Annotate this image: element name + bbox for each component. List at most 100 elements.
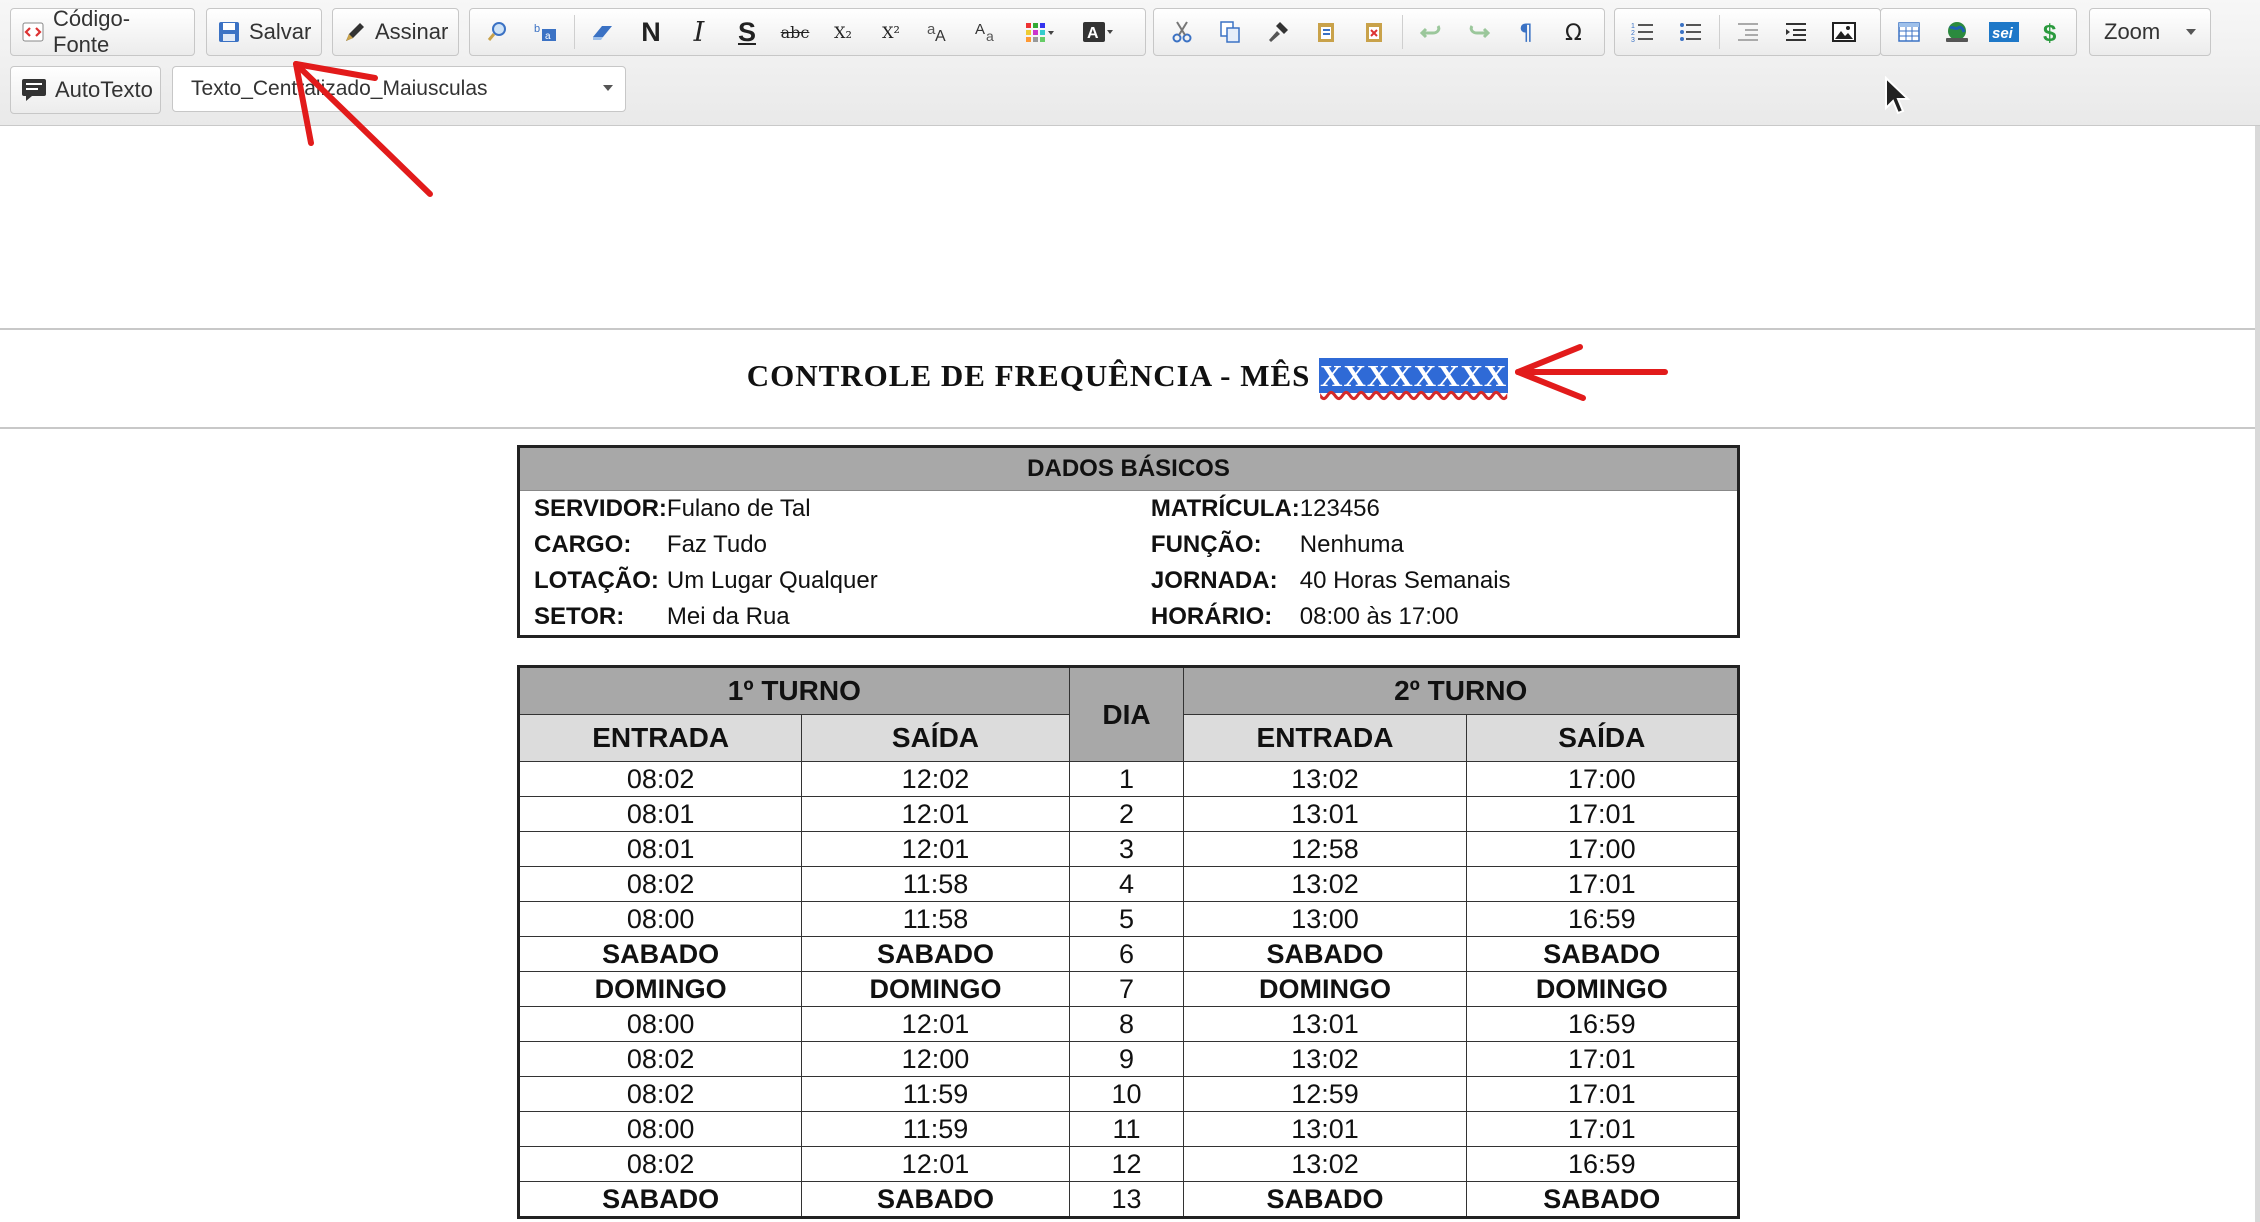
day-cell[interactable]: 9	[1068, 1041, 1185, 1077]
time-cell[interactable]: 12:01	[801, 831, 1070, 867]
title-selected-text[interactable]: XXXXXXXX	[1319, 358, 1509, 393]
time-cell[interactable]: 12:00	[801, 1041, 1070, 1077]
image-button[interactable]	[1820, 9, 1868, 55]
time-cell[interactable]: 11:59	[801, 1111, 1070, 1147]
superscript-button[interactable]: X²	[867, 9, 915, 55]
paste-text-button[interactable]	[1302, 9, 1350, 55]
find-button[interactable]	[474, 9, 522, 55]
time-cell[interactable]: 17:01	[1465, 1076, 1740, 1112]
bold-button[interactable]: N	[627, 9, 675, 55]
time-cell[interactable]: 13:02	[1183, 866, 1467, 902]
codigo-fonte-button[interactable]: Código-Fonte	[11, 6, 194, 57]
paragraph-style-select[interactable]: Texto_Centralizado_Maiusculas	[172, 66, 626, 112]
day-cell[interactable]: 3	[1068, 831, 1185, 867]
time-cell[interactable]: SABADO	[1183, 1181, 1467, 1218]
field-value[interactable]: 08:00 às 17:00	[1300, 599, 1739, 637]
time-cell[interactable]: 13:02	[1183, 761, 1467, 797]
time-cell[interactable]: 12:01	[801, 796, 1070, 832]
redo-button[interactable]	[1455, 9, 1503, 55]
time-cell[interactable]: 11:58	[801, 901, 1070, 937]
time-cell[interactable]: 17:00	[1465, 831, 1740, 867]
field-value[interactable]: Um Lugar Qualquer	[667, 563, 1137, 599]
document-title[interactable]: CONTROLE DE FREQUÊNCIA - MÊS XXXXXXXX	[0, 358, 2255, 394]
paste-word-button[interactable]	[1350, 9, 1398, 55]
salvar-button[interactable]: Salvar	[207, 9, 321, 55]
time-cell[interactable]: 08:02	[517, 1041, 803, 1077]
time-cell[interactable]: 12:01	[801, 1006, 1070, 1042]
time-cell[interactable]: SABADO	[1465, 936, 1740, 972]
copy-button[interactable]	[1206, 9, 1254, 55]
field-value[interactable]: Faz Tudo	[667, 527, 1137, 563]
remove-format-button[interactable]	[579, 9, 627, 55]
time-cell[interactable]: 08:02	[517, 866, 803, 902]
field-value[interactable]: Mei da Rua	[667, 599, 1137, 637]
time-cell[interactable]: 13:01	[1183, 796, 1467, 832]
day-cell[interactable]: 10	[1068, 1076, 1185, 1112]
indent-button[interactable]	[1772, 9, 1820, 55]
day-cell[interactable]: 8	[1068, 1006, 1185, 1042]
time-cell[interactable]: 11:58	[801, 866, 1070, 902]
time-cell[interactable]: 08:00	[517, 901, 803, 937]
replace-button[interactable]: ba	[522, 9, 570, 55]
field-value[interactable]: Fulano de Tal	[667, 491, 1137, 528]
link-button[interactable]	[1933, 9, 1981, 55]
text-color-button[interactable]	[1011, 9, 1069, 55]
numbered-list-button[interactable]: 123	[1619, 9, 1667, 55]
time-cell[interactable]: 08:00	[517, 1111, 803, 1147]
time-cell[interactable]: 08:00	[517, 1006, 803, 1042]
day-cell[interactable]: 6	[1068, 936, 1185, 972]
time-cell[interactable]: 13:02	[1183, 1146, 1467, 1182]
time-cell[interactable]: SABADO	[517, 1181, 803, 1218]
autotexto-button[interactable]: AutoTexto	[11, 67, 163, 113]
day-cell[interactable]: 1	[1068, 761, 1185, 797]
zoom-select[interactable]: Zoom	[2089, 8, 2211, 56]
time-cell[interactable]: 12:01	[801, 1146, 1070, 1182]
special-char-button[interactable]: Ω	[1551, 9, 1599, 55]
time-cell[interactable]: 17:01	[1465, 1111, 1740, 1147]
day-cell[interactable]: 11	[1068, 1111, 1185, 1147]
time-cell[interactable]: SABADO	[801, 936, 1070, 972]
time-cell[interactable]: SABADO	[801, 1181, 1070, 1218]
time-cell[interactable]: 12:58	[1183, 831, 1467, 867]
italic-button[interactable]: I	[675, 9, 723, 55]
time-cell[interactable]: 17:01	[1465, 866, 1740, 902]
time-cell[interactable]: DOMINGO	[1465, 971, 1740, 1007]
vertical-scrollbar[interactable]	[2255, 126, 2260, 1222]
time-cell[interactable]: 08:01	[517, 831, 803, 867]
bulleted-list-button[interactable]	[1667, 9, 1715, 55]
time-cell[interactable]: 17:01	[1465, 796, 1740, 832]
time-cell[interactable]: 08:02	[517, 1076, 803, 1112]
underline-button[interactable]: S	[723, 9, 771, 55]
time-cell[interactable]: SABADO	[1183, 936, 1467, 972]
day-cell[interactable]: 7	[1068, 971, 1185, 1007]
field-value[interactable]: 40 Horas Semanais	[1300, 563, 1739, 599]
time-cell[interactable]: 16:59	[1465, 1146, 1740, 1182]
undo-button[interactable]	[1407, 9, 1455, 55]
time-cell[interactable]: SABADO	[1465, 1181, 1740, 1218]
time-cell[interactable]: 17:01	[1465, 1041, 1740, 1077]
time-cell[interactable]: 08:02	[517, 761, 803, 797]
time-cell[interactable]: 11:59	[801, 1076, 1070, 1112]
time-cell[interactable]: 12:59	[1183, 1076, 1467, 1112]
cut-button[interactable]	[1158, 9, 1206, 55]
time-cell[interactable]: 13:01	[1183, 1111, 1467, 1147]
format-painter-button[interactable]	[1254, 9, 1302, 55]
time-cell[interactable]: 13:01	[1183, 1006, 1467, 1042]
currency-button[interactable]: $	[2028, 9, 2076, 55]
subscript-button[interactable]: X₂	[819, 9, 867, 55]
time-cell[interactable]: 08:01	[517, 796, 803, 832]
time-cell[interactable]: 16:59	[1465, 901, 1740, 937]
time-cell[interactable]: 13:00	[1183, 901, 1467, 937]
day-cell[interactable]: 2	[1068, 796, 1185, 832]
assinar-button[interactable]: Assinar	[333, 9, 458, 55]
day-cell[interactable]: 5	[1068, 901, 1185, 937]
uppercase-button[interactable]: aA	[915, 9, 963, 55]
time-cell[interactable]: 12:02	[801, 761, 1070, 797]
field-value[interactable]: 123456	[1300, 491, 1739, 528]
time-cell[interactable]: 08:02	[517, 1146, 803, 1182]
time-cell[interactable]: DOMINGO	[1183, 971, 1467, 1007]
day-cell[interactable]: 13	[1068, 1181, 1185, 1218]
sei-link-button[interactable]: sei	[1980, 9, 2028, 55]
time-cell[interactable]: SABADO	[517, 936, 803, 972]
outdent-button[interactable]	[1724, 9, 1772, 55]
